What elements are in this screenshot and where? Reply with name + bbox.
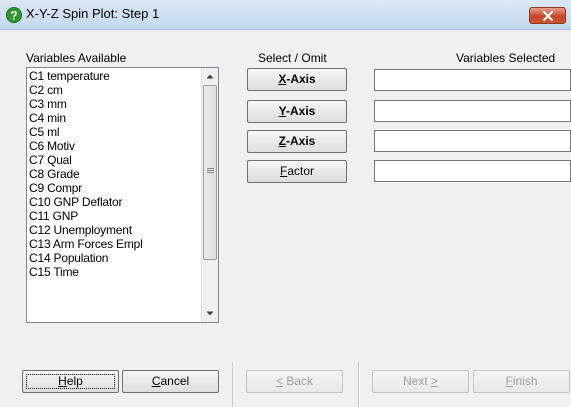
list-item[interactable]: C3 mm — [29, 97, 218, 111]
finish-button[interactable]: Finish — [473, 370, 570, 393]
factor-field[interactable] — [374, 160, 571, 182]
z-axis-button[interactable]: Z-Axis — [247, 130, 347, 153]
list-item[interactable]: C8 Grade — [29, 167, 218, 181]
help-question-icon: ? — [6, 7, 22, 23]
list-item[interactable]: C11 GNP — [29, 209, 218, 223]
list-item[interactable]: C5 ml — [29, 125, 218, 139]
next-button[interactable]: Next > — [372, 370, 469, 393]
finish-mnemonic: F — [505, 374, 513, 388]
list-item[interactable]: C12 Unemployment — [29, 223, 218, 237]
help-button[interactable]: Help — [22, 370, 119, 393]
back-button[interactable]: < Back — [246, 370, 343, 393]
scroll-up-arrow-icon[interactable] — [202, 68, 218, 85]
y-axis-mnemonic: Y — [278, 104, 286, 118]
list-item[interactable]: C2 cm — [29, 83, 218, 97]
svg-text:?: ? — [10, 9, 17, 23]
factor-label: actor — [287, 164, 315, 178]
x-axis-field[interactable] — [374, 69, 571, 91]
factor-button[interactable]: Factor — [247, 160, 347, 183]
cancel-button[interactable]: Cancel — [122, 370, 219, 393]
list-item[interactable]: C6 Motiv — [29, 139, 218, 153]
list-item[interactable]: C9 Compr — [29, 181, 218, 195]
finish-label: inish — [512, 374, 538, 388]
select-omit-label: Select / Omit — [258, 51, 327, 65]
x-axis-button[interactable]: X-Axis — [247, 68, 347, 91]
next-mnemonic: > — [431, 374, 439, 388]
back-mnemonic: < — [275, 374, 283, 388]
next-label: Next — [402, 374, 431, 388]
focus-rectangle — [26, 374, 115, 389]
footer-separator — [358, 362, 360, 407]
z-axis-field[interactable] — [374, 130, 571, 152]
list-item[interactable]: C10 GNP Deflator — [29, 195, 218, 209]
title-bar[interactable]: ? X-Y-Z Spin Plot: Step 1 — [0, 0, 571, 30]
list-scrollbar[interactable] — [201, 68, 218, 322]
list-item[interactable]: C14 Population — [29, 251, 218, 265]
list-item[interactable]: C7 Qual — [29, 153, 218, 167]
variables-available-label: Variables Available — [26, 51, 127, 65]
y-axis-button[interactable]: Y-Axis — [247, 100, 347, 123]
z-axis-label: -Axis — [286, 134, 316, 148]
y-axis-field[interactable] — [374, 100, 571, 122]
z-axis-mnemonic: Z — [278, 134, 286, 148]
back-label: Back — [283, 374, 314, 388]
y-axis-label: -Axis — [286, 104, 316, 118]
variables-selected-label: Variables Selected — [456, 51, 556, 65]
close-icon — [542, 11, 554, 21]
variables-available-list[interactable]: C1 temperature C2 cm C3 mm C4 min C5 ml … — [26, 67, 219, 323]
scroll-thumb[interactable] — [203, 85, 217, 260]
window-title: X-Y-Z Spin Plot: Step 1 — [26, 6, 160, 21]
close-button[interactable] — [529, 7, 566, 24]
cancel-label: ancel — [160, 374, 190, 388]
footer-separator — [232, 362, 234, 407]
grip-icon — [207, 168, 214, 173]
list-item[interactable]: C13 Arm Forces Empl — [29, 237, 218, 251]
list-item[interactable]: C1 temperature — [29, 69, 218, 83]
list-item[interactable]: C15 Time — [29, 265, 218, 279]
scroll-down-arrow-icon[interactable] — [202, 305, 218, 322]
x-axis-label: -Axis — [286, 72, 316, 86]
list-item[interactable]: C4 min — [29, 111, 218, 125]
